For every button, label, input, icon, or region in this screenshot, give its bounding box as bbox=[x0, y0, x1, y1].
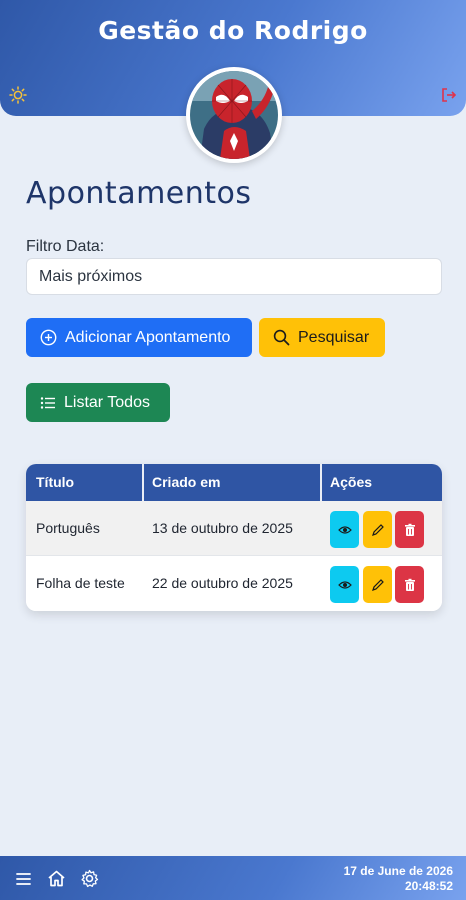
edit-button[interactable] bbox=[363, 511, 392, 548]
row-created: 22 de outubro de 2025 bbox=[152, 575, 293, 591]
add-appointment-button[interactable]: Adicionar Apontamento bbox=[26, 318, 252, 357]
view-button[interactable] bbox=[330, 566, 359, 603]
add-appointment-label: Adicionar Apontamento bbox=[65, 328, 231, 346]
header-title: Título bbox=[36, 474, 75, 490]
trash-icon bbox=[404, 523, 415, 536]
plus-circle-icon bbox=[40, 329, 57, 346]
delete-button[interactable] bbox=[395, 511, 424, 548]
row-title: Folha de teste bbox=[36, 575, 125, 591]
sun-icon[interactable] bbox=[9, 86, 27, 104]
delete-button[interactable] bbox=[395, 566, 424, 603]
table-row: Português 13 de outubro de 2025 bbox=[26, 501, 442, 556]
footer-time: 20:48:52 bbox=[404, 879, 453, 893]
header-divider bbox=[142, 464, 144, 501]
footer-bar: 17 de June de 2026 20:48:52 bbox=[0, 856, 466, 900]
eye-icon bbox=[337, 525, 352, 534]
pencil-icon bbox=[371, 523, 384, 536]
edit-button[interactable] bbox=[363, 566, 392, 603]
table-header: Título Criado em Ações bbox=[26, 464, 442, 501]
list-all-label: Listar Todos bbox=[64, 393, 150, 411]
app-title: Gestão do Rodrigo bbox=[98, 16, 368, 45]
filter-label: Filtro Data: bbox=[26, 238, 105, 255]
view-button[interactable] bbox=[330, 511, 359, 548]
gear-icon[interactable] bbox=[80, 869, 99, 888]
search-label: Pesquisar bbox=[298, 328, 370, 346]
table-row: Folha de teste 22 de outubro de 2025 bbox=[26, 556, 442, 611]
date-filter-select[interactable]: Mais próximos bbox=[26, 258, 442, 295]
trash-icon bbox=[404, 578, 415, 591]
menu-icon[interactable] bbox=[14, 869, 33, 888]
footer-date: 17 de June de 2026 bbox=[343, 864, 453, 878]
list-all-button[interactable]: Listar Todos bbox=[26, 383, 170, 422]
home-icon[interactable] bbox=[47, 869, 66, 888]
page-title: Apontamentos bbox=[26, 176, 252, 211]
row-title: Português bbox=[36, 520, 100, 536]
pencil-icon bbox=[371, 578, 384, 591]
logout-icon[interactable] bbox=[440, 86, 458, 104]
appointments-table: Título Criado em Ações Português 13 de o… bbox=[26, 464, 442, 611]
spiderman-avatar-image bbox=[190, 71, 278, 159]
row-created: 13 de outubro de 2025 bbox=[152, 520, 293, 536]
header-created: Criado em bbox=[152, 474, 221, 490]
list-icon bbox=[40, 396, 55, 409]
datetime-display: 17 de June de 2026 20:48:52 bbox=[344, 864, 453, 894]
search-button[interactable]: Pesquisar bbox=[259, 318, 385, 357]
header-actions: Ações bbox=[330, 474, 373, 490]
eye-icon bbox=[337, 580, 352, 589]
search-icon bbox=[273, 329, 290, 346]
header-divider bbox=[320, 464, 322, 501]
user-avatar[interactable] bbox=[186, 67, 282, 163]
